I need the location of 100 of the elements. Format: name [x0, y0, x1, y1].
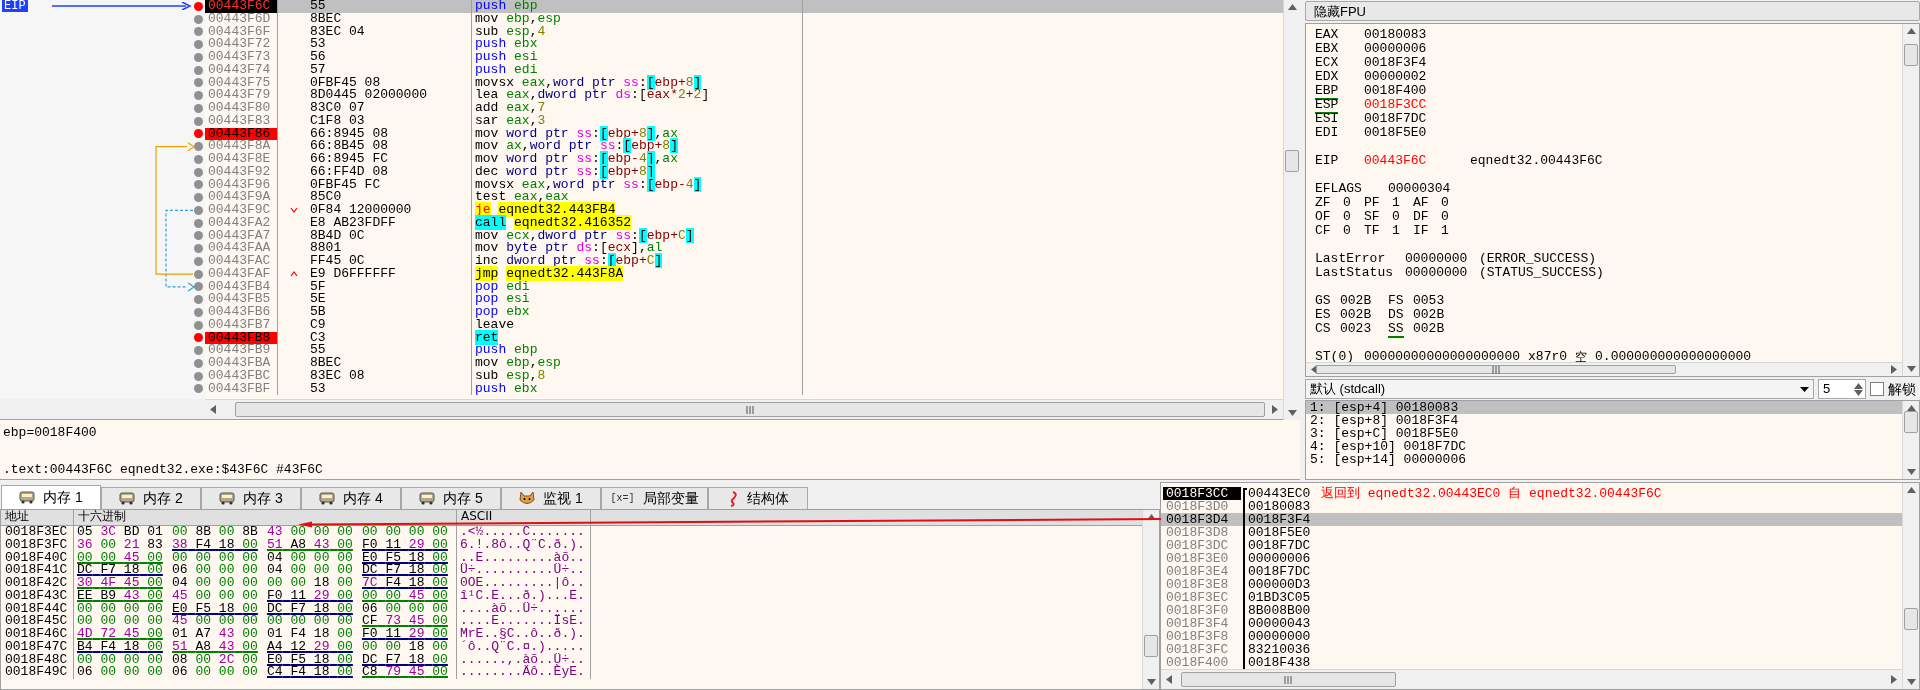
stack-row[interactable]: 0018F3FC 83210036 — [1161, 643, 1902, 656]
stack-row[interactable]: 0018F3D8 0018F5E0 — [1161, 526, 1902, 539]
stack-row[interactable]: 0018F3F4 00000043 — [1161, 617, 1902, 630]
register-value[interactable]: 0018F5E0 — [1364, 126, 1427, 140]
breakpoint-marker[interactable] — [194, 256, 203, 266]
segment-value[interactable]: 002B — [1413, 308, 1445, 322]
breakpoint-marker[interactable] — [194, 154, 203, 164]
calling-convention-dropdown[interactable]: 默认 (stdcall) — [1305, 379, 1814, 399]
register-value[interactable]: 00000002 — [1364, 70, 1427, 84]
tab[interactable]: 监视 1 — [501, 487, 601, 509]
scroll-left-icon[interactable] — [1166, 675, 1172, 684]
disassembly-row[interactable]: 00443FB6 5B pop ebx — [205, 306, 1283, 319]
breakpoint-marker[interactable] — [194, 52, 203, 62]
register-value[interactable]: 00180083 — [1364, 28, 1427, 42]
flag-value[interactable]: 1 — [1441, 224, 1449, 238]
stack-row[interactable]: 0018F3DC 0018F7DC — [1161, 539, 1902, 552]
flag-value[interactable]: 1 — [1392, 196, 1400, 210]
vertical-scrollbar[interactable] — [1142, 510, 1159, 689]
flag-value[interactable]: 0 — [1343, 210, 1351, 224]
argument-row[interactable]: 3: [esp+C] 0018F5E0 — [1306, 427, 1902, 440]
tab[interactable]: 结构体 — [708, 487, 808, 509]
breakpoint-marker[interactable] — [194, 231, 203, 241]
breakpoint-marker[interactable] — [194, 244, 203, 254]
disassembly-row[interactable]: 00443FB5 5E pop esi — [205, 293, 1283, 306]
hide-fpu-button[interactable]: 隐藏FPU — [1305, 1, 1920, 21]
scroll-thumb[interactable] — [1904, 44, 1918, 66]
stack-row[interactable]: 0018F3D0 00180083 — [1161, 500, 1902, 513]
stack-row[interactable]: 0018F3D4 0018F3F4 — [1161, 513, 1902, 526]
breakpoint-marker[interactable] — [194, 218, 203, 228]
stack-row[interactable]: 0018F3E8 000000D3 — [1161, 578, 1902, 591]
spin-down-icon[interactable] — [1854, 389, 1863, 396]
breakpoint-marker[interactable] — [194, 142, 203, 152]
vertical-scrollbar[interactable] — [1283, 0, 1300, 420]
scroll-thumb[interactable] — [1181, 672, 1396, 687]
breakpoint-marker[interactable] — [194, 78, 203, 88]
disassembly-row[interactable]: 00443FB9 55 push ebp — [205, 344, 1283, 357]
scroll-up-icon[interactable] — [1287, 4, 1297, 10]
breakpoint-marker[interactable] — [194, 333, 203, 343]
scroll-left-icon[interactable] — [210, 405, 216, 414]
tab[interactable]: 内存 5 — [401, 487, 501, 509]
scroll-down-icon[interactable] — [1906, 679, 1916, 685]
breakpoint-marker[interactable] — [194, 116, 203, 126]
breakpoint-marker[interactable] — [194, 103, 203, 113]
scroll-up-icon[interactable] — [1146, 514, 1156, 520]
breakpoint-marker[interactable] — [194, 371, 203, 381]
spin-up-icon[interactable] — [1854, 382, 1863, 389]
breakpoint-marker[interactable] — [194, 91, 203, 101]
stack-row[interactable]: 0018F3CC 00443EC0 返回到 eqnedt32.00443EC0 自 eqnedt32.00443F6C — [1161, 487, 1902, 500]
breakpoint-marker[interactable] — [194, 269, 203, 279]
flag-value[interactable]: 0 — [1343, 224, 1351, 238]
segment-value[interactable]: 002B — [1340, 308, 1372, 322]
breakpoint-marker[interactable] — [194, 384, 203, 394]
column-header[interactable]: ASCII — [457, 510, 591, 525]
disassembly-row[interactable]: 00443F72 53 push ebx — [205, 38, 1283, 51]
breakpoint-marker[interactable] — [194, 346, 203, 356]
disassembly-row[interactable]: 00443F6D 8BEC mov ebp,esp — [205, 12, 1283, 26]
register-value[interactable]: 0018F400 — [1364, 84, 1427, 98]
scroll-up-icon[interactable] — [1906, 487, 1916, 493]
vertical-scrollbar[interactable] — [1902, 24, 1919, 376]
breakpoint-marker[interactable] — [194, 282, 203, 292]
stack-row[interactable]: 0018F3EC 01BD3C05 — [1161, 591, 1902, 604]
breakpoint-marker[interactable] — [194, 180, 203, 190]
scroll-thumb[interactable] — [1144, 635, 1158, 657]
disassembly-row[interactable]: 00443F6C 55 push ebp — [205, 0, 1283, 13]
segment-value[interactable]: 002B — [1340, 294, 1372, 308]
register-value[interactable]: 0018F3F4 — [1364, 56, 1427, 70]
scroll-down-icon[interactable] — [1146, 679, 1156, 685]
vertical-scrollbar[interactable] — [1902, 401, 1919, 479]
argument-row[interactable]: 2: [esp+8] 0018F3F4 — [1306, 414, 1902, 427]
horizontal-scrollbar[interactable] — [1306, 362, 1902, 376]
scroll-up-icon[interactable] — [1906, 28, 1916, 34]
register-value[interactable]: 00000000000000000000 — [1364, 350, 1521, 362]
argument-count-spinner[interactable]: 5 — [1818, 379, 1866, 399]
disassembly-row[interactable]: 00443FBA 8BEC mov ebp,esp — [205, 357, 1283, 370]
segment-value[interactable]: 0053 — [1413, 294, 1445, 308]
breakpoint-marker[interactable] — [194, 14, 203, 24]
tab[interactable]: 内存 1 — [1, 485, 101, 509]
segment-value[interactable]: 002B — [1413, 322, 1445, 336]
stack-row[interactable]: 0018F400 0018F438 — [1161, 656, 1902, 669]
flag-value[interactable]: 0 — [1343, 196, 1351, 210]
tab[interactable]: 内存 4 — [301, 487, 401, 509]
breakpoint-marker[interactable] — [194, 40, 203, 50]
tab[interactable]: [x=] 局部变量 — [601, 487, 708, 509]
flag-value[interactable]: 1 — [1392, 224, 1400, 238]
disassembly-row[interactable]: 00443FB4 5F pop edi — [205, 280, 1283, 294]
scroll-right-icon[interactable] — [1891, 675, 1897, 684]
disassembly-row[interactable]: 00443FBC 83EC 08 sub esp,8 — [205, 369, 1283, 383]
scroll-right-icon[interactable] — [1891, 365, 1897, 374]
flag-value[interactable]: 0 — [1392, 210, 1400, 224]
flag-value[interactable]: 0 — [1441, 210, 1449, 224]
argument-row[interactable]: 4: [esp+10] 0018F7DC — [1306, 440, 1902, 453]
segment-value[interactable]: 0023 — [1340, 322, 1372, 336]
register-value[interactable]: 00443F6C — [1364, 154, 1470, 168]
breakpoint-marker[interactable] — [194, 358, 203, 368]
breakpoint-marker[interactable] — [194, 320, 203, 330]
horizontal-scrollbar[interactable] — [205, 399, 1283, 419]
scroll-thumb[interactable] — [1904, 411, 1918, 433]
register-value[interactable]: 00000006 — [1364, 42, 1427, 56]
disassembly-row[interactable]: 00443F80 83C0 07 add eax,7 — [205, 102, 1283, 115]
tab[interactable]: 内存 2 — [101, 487, 201, 509]
